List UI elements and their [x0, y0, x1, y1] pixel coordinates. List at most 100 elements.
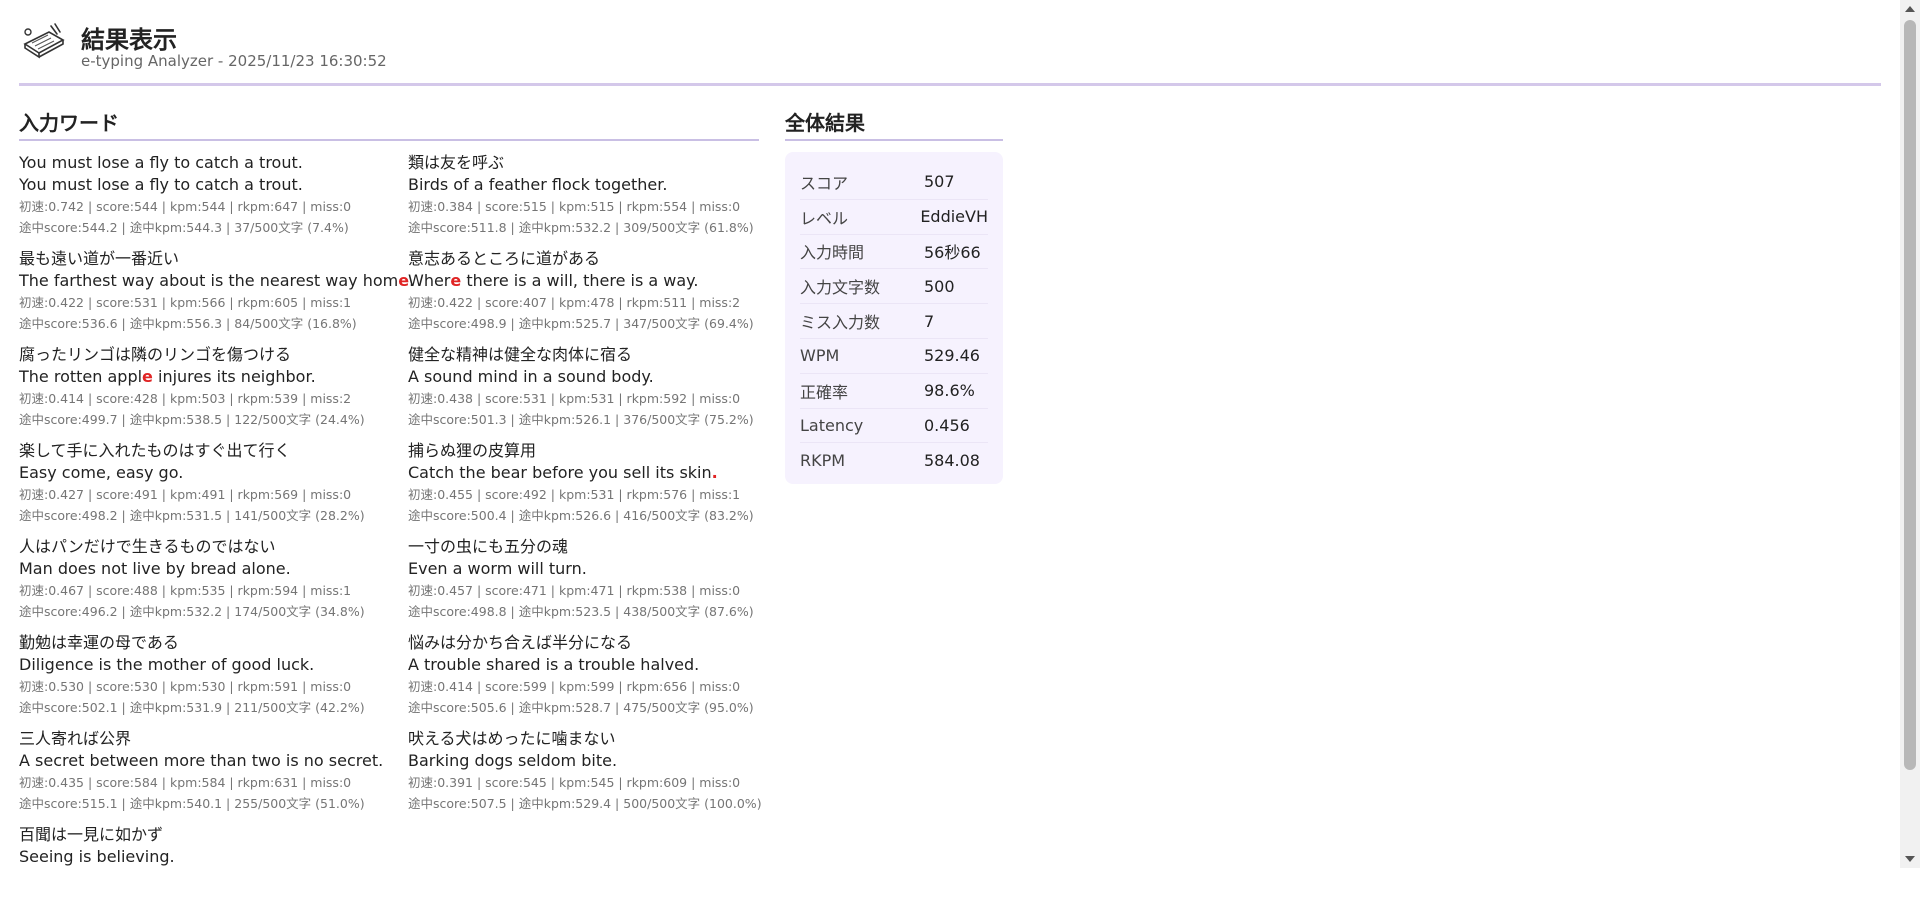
word-list: You must lose a fly to catch a trout. You… — [19, 152, 762, 920]
word-stats: 初速:0.455 | score:492 | kpm:531 | rkpm:57… — [408, 487, 741, 502]
header-divider — [19, 83, 1881, 86]
word-stats — [19, 868, 408, 889]
word-stats: 初速:0.742 | score:544 | kpm:544 | rkpm:64… — [19, 199, 352, 214]
word-entry: 類は友を呼ぶ Birds of a feather flock together.… — [408, 152, 759, 248]
word-entry: 三人寄れば公界 A secret between more than two is… — [19, 728, 408, 824]
word-progress-stats: 途中score:536.6 | 途中kpm:556.3 | 84/500文字 (… — [19, 316, 357, 331]
summary-value: 98.6% — [924, 381, 975, 401]
typed-text: The farthest way about is the nearest wa… — [19, 271, 399, 290]
summary-label: スコア — [800, 173, 849, 193]
word-progress-stats: 途中score:505.6 | 途中kpm:528.7 | 475/500文字 … — [408, 700, 754, 715]
summary-value: 507 — [924, 172, 955, 192]
summary-row: レベル EddieVH — [800, 200, 988, 235]
typed-text: A sound mind in a sound body. — [408, 367, 654, 386]
summary-row: RKPM 584.08 — [800, 443, 988, 477]
summary-label: Latency — [800, 415, 864, 435]
word-entry: 百聞は一見に如かず Seeing is believing. — [19, 824, 408, 920]
word-progress-stats: 途中score:500.4 | 途中kpm:526.6 | 416/500文字 … — [408, 508, 754, 523]
word-entry: 人はパンだけで生きるものではない Man does not live by bre… — [19, 536, 408, 632]
typed-text: You must lose a fly to catch a trout. — [19, 175, 303, 194]
word-progress-stats: 途中score:515.1 | 途中kpm:540.1 | 255/500文字 … — [19, 796, 365, 811]
summary-row: スコア 507 — [800, 165, 988, 200]
word-entry: 一寸の虫にも五分の魂 Even a worm will turn. 初速:0.457… — [408, 536, 759, 632]
scroll-down-arrow-icon[interactable] — [1905, 856, 1915, 862]
typed-text: Birds of a feather flock together. — [408, 175, 668, 194]
word-stats: 初速:0.427 | score:491 | kpm:491 | rkpm:56… — [19, 487, 352, 502]
word-progress-stats: 途中score:501.3 | 途中kpm:526.1 | 376/500文字 … — [408, 412, 754, 427]
word-progress-stats: 途中score:498.9 | 途中kpm:525.7 | 347/500文字 … — [408, 316, 754, 331]
word-japanese: 意志あるところに道がある — [408, 249, 601, 268]
word-entry: 吠える犬はめったに噛まない Barking dogs seldom bite. 初速… — [408, 728, 762, 824]
summary-label: 入力時間 — [800, 243, 865, 263]
word-progress-stats: 途中score:502.1 | 途中kpm:531.9 | 211/500文字 … — [19, 700, 365, 715]
word-japanese: 最も遠い道が一番近い — [19, 249, 180, 268]
summary-value: 7 — [924, 311, 935, 331]
typed-text: Easy come, easy go. — [19, 463, 184, 482]
word-entry: 勤勉は幸運の母である Diligence is the mother of goo… — [19, 632, 408, 728]
page-title: 結果表示 — [81, 26, 177, 54]
word-progress-stats: 途中score:511.8 | 途中kpm:532.2 | 309/500文字 … — [408, 220, 754, 235]
word-japanese: 一寸の虫にも五分の魂 — [408, 537, 569, 556]
word-typed: The farthest way about is the nearest wa… — [19, 270, 414, 292]
word-entry: 悩みは分かち合えば半分になる A trouble shared is a trou… — [408, 632, 759, 728]
summary-row: Latency 0.456 — [800, 409, 988, 444]
word-typed: Where there is a will, there is a way. — [408, 270, 759, 292]
word-typed: A secret between more than two is no sec… — [19, 750, 408, 772]
word-japanese: 腐ったリンゴは隣のリンゴを傷つける — [19, 345, 292, 364]
word-typed: Even a worm will turn. — [408, 558, 759, 580]
typed-text: A secret between more than two is no sec… — [19, 751, 384, 770]
scroll-up-arrow-icon[interactable] — [1905, 6, 1915, 12]
miss-char: . — [711, 463, 718, 482]
word-japanese: You must lose a fly to catch a trout. — [19, 153, 303, 172]
word-entry: 健全な精神は健全な肉体に宿る A sound mind in a sound bo… — [408, 344, 759, 440]
word-typed: A trouble shared is a trouble halved. — [408, 654, 759, 676]
word-stats: 初速:0.422 | score:531 | kpm:566 | rkpm:60… — [19, 295, 352, 310]
typed-text: Catch the bear before you sell its skin — [408, 463, 712, 482]
word-typed: Birds of a feather flock together. — [408, 174, 759, 196]
vertical-scrollbar[interactable] — [1900, 0, 1920, 868]
summary-value: 0.456 — [924, 415, 970, 435]
summary-value: EddieVH — [920, 207, 988, 227]
word-stats: 初速:0.422 | score:407 | kpm:478 | rkpm:51… — [408, 295, 741, 310]
word-stats: 初速:0.467 | score:488 | kpm:535 | rkpm:59… — [19, 583, 352, 598]
summary-label: レベル — [800, 208, 849, 228]
words-section-title: 入力ワード — [19, 111, 119, 135]
word-stats: 初速:0.414 | score:428 | kpm:503 | rkpm:53… — [19, 391, 352, 406]
word-japanese: 類は友を呼ぶ — [408, 153, 505, 172]
summary-value: 56秒66 — [924, 243, 981, 263]
scrollbar-thumb[interactable] — [1904, 20, 1916, 770]
word-stats: 初速:0.384 | score:515 | kpm:515 | rkpm:55… — [408, 199, 741, 214]
word-typed: Seeing is believing. — [19, 846, 408, 868]
summary-label: ミス入力数 — [800, 313, 881, 333]
word-typed: Catch the bear before you sell its skin. — [408, 462, 759, 484]
summary-label: 正確率 — [800, 382, 849, 402]
word-typed: You must lose a fly to catch a trout. — [19, 174, 408, 196]
results-page: 結果表示 e-typing Analyzer - 2025/11/23 16:3… — [0, 0, 1900, 868]
word-entry: 腐ったリンゴは隣のリンゴを傷つける The rotten apple injure… — [19, 344, 408, 440]
summary-row: ミス入力数 7 — [800, 304, 988, 339]
word-progress-stats: 途中score:498.2 | 途中kpm:531.5 | 141/500文字 … — [19, 508, 365, 523]
word-japanese: 楽して手に入れたものはすぐ出て行く — [19, 441, 291, 460]
word-japanese: 健全な精神は健全な肉体に宿る — [408, 345, 633, 364]
word-japanese: 三人寄れば公界 — [19, 729, 132, 748]
word-entry: 意志あるところに道がある Where there is a will, there… — [408, 248, 759, 344]
word-entry: 楽して手に入れたものはすぐ出て行く Easy come, easy go. 初速:0… — [19, 440, 408, 536]
miss-char: e — [450, 271, 462, 290]
summary-section-divider — [785, 139, 1003, 141]
word-stats: 初速:0.457 | score:471 | kpm:471 | rkpm:53… — [408, 583, 741, 598]
summary-row: 入力時間 56秒66 — [800, 235, 988, 270]
typed-text: Wher — [408, 271, 451, 290]
typed-text: The rotten appl — [19, 367, 143, 386]
summary-value: 529.46 — [924, 346, 980, 366]
word-japanese: 吠える犬はめったに噛まない — [408, 729, 616, 748]
word-progress-stats: 途中score:498.8 | 途中kpm:523.5 | 438/500文字 … — [408, 604, 754, 619]
words-section-divider — [19, 139, 759, 141]
word-japanese: 捕らぬ狸の皮算用 — [408, 441, 537, 460]
word-progress-stats: 途中score:496.2 | 途中kpm:532.2 | 174/500文字 … — [19, 604, 365, 619]
typed-text: Even a worm will turn. — [408, 559, 587, 578]
page-subtitle: e-typing Analyzer - 2025/11/23 16:30:52 — [81, 52, 387, 70]
word-typed: The rotten apple injures its neighbor. — [19, 366, 408, 388]
word-stats: 初速:0.435 | score:584 | kpm:584 | rkpm:63… — [19, 775, 352, 790]
typed-text-rest: there is a will, there is a way. — [461, 271, 699, 290]
summary-value: 584.08 — [924, 450, 980, 470]
